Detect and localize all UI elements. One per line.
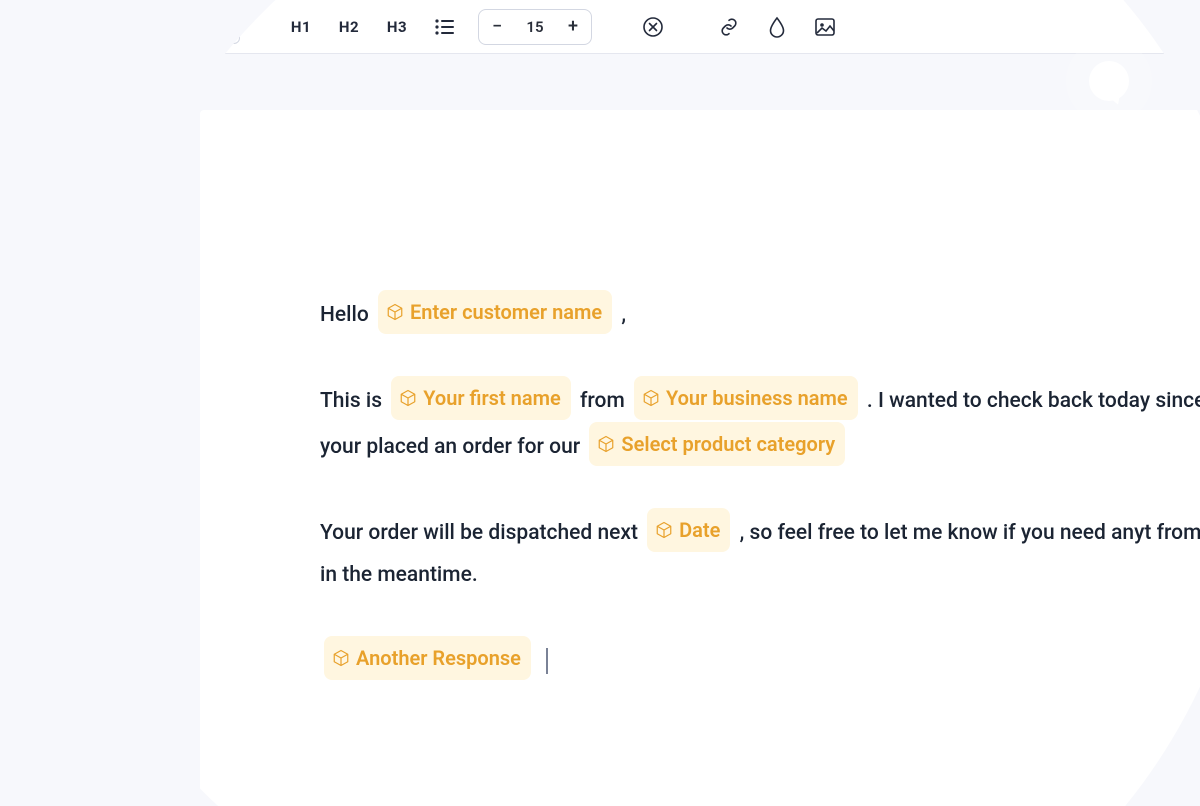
- token-label: Select product category: [621, 424, 835, 464]
- token-label: Date: [679, 510, 720, 550]
- h2-button[interactable]: H2: [334, 9, 364, 43]
- token-customer-name[interactable]: Enter customer name: [378, 290, 612, 334]
- box-icon: [642, 389, 660, 407]
- link-button[interactable]: [714, 9, 744, 43]
- image-button[interactable]: [810, 9, 840, 43]
- text: Hello: [320, 303, 374, 327]
- box-icon: [655, 521, 673, 539]
- font-size-stepper: − 15 +: [478, 8, 592, 44]
- h1-button[interactable]: H1: [286, 10, 316, 44]
- paragraph-intro: This is Your first name from Your busine…: [320, 376, 1200, 468]
- blob-clip: H1 H2 H3 − 15 +: [7, 0, 1200, 806]
- token-label: Your first name: [423, 378, 560, 418]
- editor-toolbar: H1 H2 H3 − 15 +: [7, 0, 1200, 54]
- droplet-icon: [767, 15, 787, 37]
- paragraph-greeting: Hello Enter customer name ,: [320, 290, 1200, 336]
- token-first-name[interactable]: Your first name: [391, 376, 570, 420]
- token-label: Enter customer name: [410, 292, 602, 332]
- font-size-increase[interactable]: +: [555, 9, 591, 43]
- list-icon: [435, 17, 455, 35]
- paragraph-another: Another Response: [320, 636, 1200, 682]
- text: Your order will be dispatched next: [320, 521, 643, 545]
- link-icon: [718, 16, 740, 38]
- box-icon: [332, 649, 350, 667]
- style-select[interactable]: [210, 9, 240, 43]
- font-size-value: 15: [515, 18, 555, 36]
- clear-circle-icon: [642, 15, 664, 37]
- editor-content[interactable]: Hello Enter customer name , This is Your…: [320, 290, 1200, 682]
- color-button[interactable]: [762, 9, 792, 43]
- box-icon: [386, 303, 404, 321]
- token-another-response[interactable]: Another Response: [324, 636, 531, 680]
- box-icon: [597, 435, 615, 453]
- chat-bubble-icon: [1089, 61, 1129, 101]
- clear-format-button[interactable]: [638, 9, 668, 43]
- text: This is: [320, 389, 387, 413]
- text: from: [580, 389, 630, 413]
- box-icon: [399, 389, 417, 407]
- text: ,: [621, 303, 626, 327]
- text-cursor: [546, 648, 548, 674]
- bullet-list-button[interactable]: [430, 9, 460, 43]
- token-product-category[interactable]: Select product category: [589, 422, 845, 466]
- token-business-name[interactable]: Your business name: [634, 376, 858, 420]
- editor-document[interactable]: Hello Enter customer name , This is Your…: [200, 110, 1200, 806]
- token-label: Another Response: [356, 638, 521, 678]
- image-icon: [814, 16, 836, 36]
- font-size-decrease[interactable]: −: [479, 9, 515, 43]
- paragraph-dispatch: Your order will be dispatched next Date …: [320, 508, 1200, 596]
- chat-fab[interactable]: [1066, 38, 1152, 124]
- h3-button[interactable]: H3: [382, 9, 412, 43]
- token-date[interactable]: Date: [647, 508, 730, 552]
- token-label: Your business name: [666, 378, 848, 418]
